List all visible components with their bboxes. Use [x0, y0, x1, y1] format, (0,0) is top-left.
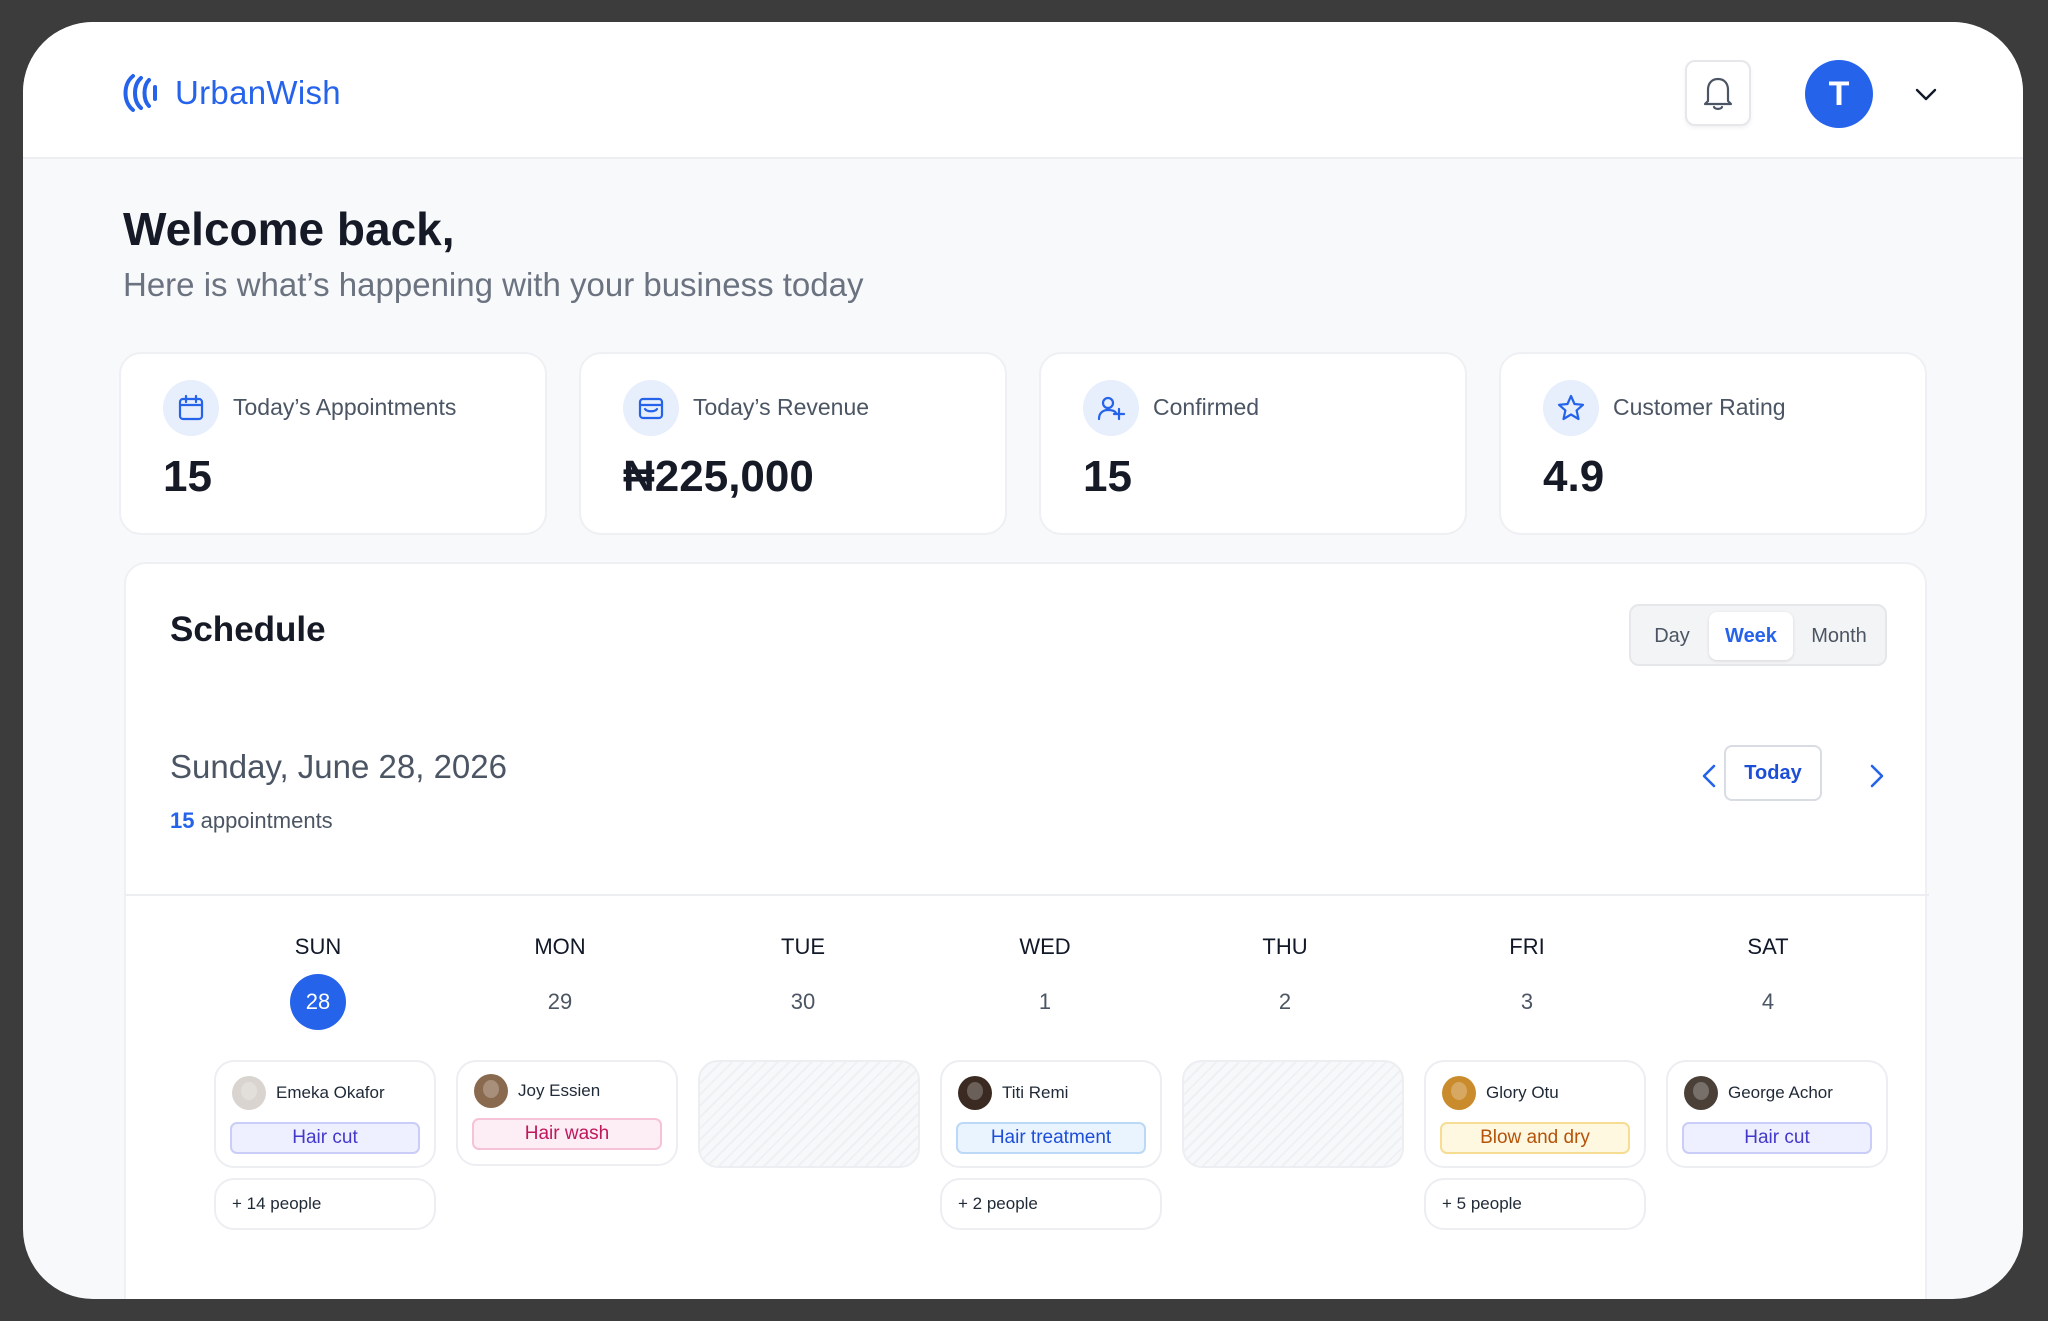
stat-card-rating: Customer Rating 4.9 — [1499, 352, 1927, 535]
stat-value: 15 — [1083, 452, 1132, 501]
avatar — [232, 1076, 266, 1110]
avatar — [1442, 1076, 1476, 1110]
day-column-tue: TUE 30 — [691, 934, 915, 1030]
day-name: SUN — [294, 934, 342, 959]
day-number[interactable]: 30 — [775, 974, 831, 1030]
day-number-selected[interactable]: 28 — [290, 974, 346, 1030]
stat-card-confirmed: Confirmed 15 — [1039, 352, 1467, 535]
appointment-person: Joy Essien — [474, 1074, 600, 1108]
person-name: Titi Remi — [1002, 1083, 1069, 1102]
stat-value: 4.9 — [1543, 452, 1605, 501]
stat-value: ₦225,000 — [623, 452, 814, 501]
stat-label: Customer Rating — [1613, 394, 1786, 420]
brand-name: UrbanWish — [175, 74, 341, 111]
more-people-button[interactable]: + 5 people — [1424, 1178, 1646, 1230]
bell-icon — [1703, 77, 1733, 110]
service-tag: Hair cut — [1682, 1122, 1872, 1154]
top-bar: UrbanWish T — [23, 22, 2023, 159]
stat-value: 15 — [163, 452, 212, 501]
avatar — [1684, 1076, 1718, 1110]
day-number[interactable]: 2 — [1257, 974, 1313, 1030]
day-name: FRI — [1509, 934, 1545, 959]
view-week-button[interactable]: Week — [1709, 612, 1793, 660]
day-name: TUE — [781, 934, 825, 959]
appointment-card[interactable]: Glory Otu Blow and dry — [1424, 1060, 1646, 1168]
day-number[interactable]: 29 — [532, 974, 588, 1030]
empty-slot — [1182, 1060, 1404, 1168]
day-column-mon: MON 29 — [448, 934, 672, 1030]
person-name: Emeka Okafor — [276, 1083, 385, 1102]
notifications-button[interactable] — [1685, 60, 1751, 126]
service-tag: Hair treatment — [956, 1122, 1146, 1154]
today-button[interactable]: Today — [1724, 745, 1822, 801]
wallet-icon — [623, 380, 679, 436]
appointment-count-number: 15 — [170, 808, 195, 833]
day-column-sun: SUN 28 — [206, 934, 430, 1030]
person-name: Glory Otu — [1486, 1083, 1559, 1102]
star-icon — [1543, 380, 1599, 436]
appointment-card[interactable]: Titi Remi Hair treatment — [940, 1060, 1162, 1168]
day-name: SAT — [1747, 934, 1789, 959]
day-column-wed: WED 1 — [933, 934, 1157, 1030]
chevron-right-icon[interactable] — [1862, 756, 1892, 796]
appointment-card[interactable]: George Achor Hair cut — [1666, 1060, 1888, 1168]
day-name: WED — [1019, 934, 1071, 959]
logo-mark-icon — [123, 74, 157, 112]
day-number[interactable]: 3 — [1499, 974, 1555, 1030]
stat-label: Today’s Revenue — [693, 394, 870, 420]
schedule-panel: Schedule Day Week Month Sunday, June 28,… — [124, 562, 1929, 1299]
user-avatar[interactable]: T — [1805, 60, 1873, 128]
appointment-count: 15 appointments — [170, 808, 333, 834]
appointment-card[interactable]: Joy Essien Hair wash — [456, 1060, 678, 1166]
app-screen: UrbanWish T Welcome back, Here is what’s… — [23, 22, 2023, 1299]
day-column-thu: THU 2 — [1173, 934, 1397, 1030]
stat-label: Today’s Appointments — [233, 394, 457, 420]
view-switcher: Day Week Month — [1629, 604, 1887, 666]
avatar — [474, 1074, 508, 1108]
appointment-card[interactable]: Emeka Okafor Hair cut — [214, 1060, 436, 1168]
brand-logo[interactable]: UrbanWish — [121, 70, 341, 116]
appointment-person: Titi Remi — [958, 1076, 1068, 1110]
date-heading: Sunday, June 28, 2026 — [170, 748, 507, 785]
appointment-person: Emeka Okafor — [232, 1076, 385, 1110]
chevron-down-icon[interactable] — [1911, 80, 1941, 108]
stat-label: Confirmed — [1153, 394, 1260, 420]
service-tag: Blow and dry — [1440, 1122, 1630, 1154]
empty-slot — [698, 1060, 920, 1168]
appointment-person: Glory Otu — [1442, 1076, 1559, 1110]
day-name: MON — [534, 934, 586, 959]
appointment-person: George Achor — [1684, 1076, 1833, 1110]
device-frame: UrbanWish T Welcome back, Here is what’s… — [0, 0, 2048, 1321]
schedule-title: Schedule — [170, 610, 326, 649]
view-month-button[interactable]: Month — [1795, 612, 1883, 660]
service-tag: Hair wash — [472, 1118, 662, 1150]
more-people-button[interactable]: + 2 people — [940, 1178, 1162, 1230]
person-name: George Achor — [1728, 1083, 1833, 1102]
person-name: Joy Essien — [518, 1081, 601, 1100]
divider — [126, 894, 1929, 896]
appointment-count-suffix: appointments — [194, 808, 333, 833]
chevron-left-icon[interactable] — [1694, 756, 1724, 796]
day-column-fri: FRI 3 — [1415, 934, 1639, 1030]
more-people-button[interactable]: + 14 people — [214, 1178, 436, 1230]
day-name: THU — [1262, 934, 1308, 959]
day-number[interactable]: 1 — [1017, 974, 1073, 1030]
service-tag: Hair cut — [230, 1122, 420, 1154]
calendar-icon — [163, 380, 219, 436]
day-column-sat: SAT 4 — [1656, 934, 1880, 1030]
avatar — [958, 1076, 992, 1110]
user-plus-icon — [1083, 380, 1139, 436]
welcome-title: Welcome back, — [123, 203, 455, 255]
stat-card-revenue: Today’s Revenue ₦225,000 — [579, 352, 1007, 535]
view-day-button[interactable]: Day — [1637, 612, 1707, 660]
day-number[interactable]: 4 — [1740, 974, 1796, 1030]
welcome-subtitle: Here is what’s happening with your busin… — [123, 266, 864, 303]
stat-card-appointments: Today’s Appointments 15 — [119, 352, 547, 535]
